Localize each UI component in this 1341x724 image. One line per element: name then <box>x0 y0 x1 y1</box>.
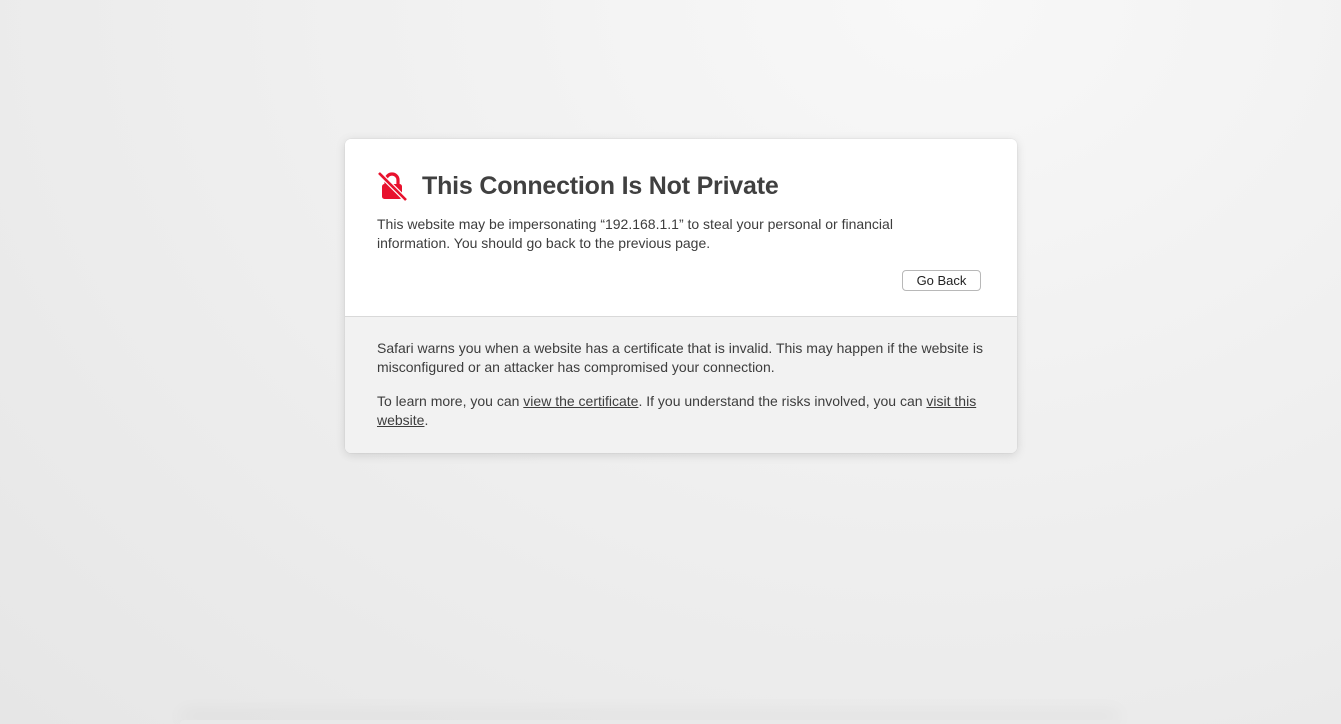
learn-more-prefix: To learn more, you can <box>377 393 524 409</box>
warning-description: This website may be impersonating “192.1… <box>377 216 893 251</box>
certificate-warning-text: Safari warns you when a website has a ce… <box>377 340 983 375</box>
learn-more-middle: . If you understand the risks involved, … <box>638 393 927 409</box>
warning-header-section: This Connection Is Not Private This webs… <box>345 139 1017 317</box>
learn-more-suffix: . <box>424 412 429 428</box>
certificate-warning-dialog: This Connection Is Not Private This webs… <box>345 139 1017 453</box>
window-edge <box>180 720 1120 724</box>
view-certificate-link[interactable]: view the certificate <box>523 393 638 409</box>
go-back-button[interactable]: Go Back <box>902 270 981 291</box>
title-row: This Connection Is Not Private <box>376 169 779 203</box>
page-title: This Connection Is Not Private <box>422 171 779 200</box>
lock-slash-icon <box>376 170 408 202</box>
learn-more-text: To learn more, you can view the certific… <box>377 392 987 430</box>
details-section: Safari warns you when a website has a ce… <box>345 317 1017 453</box>
